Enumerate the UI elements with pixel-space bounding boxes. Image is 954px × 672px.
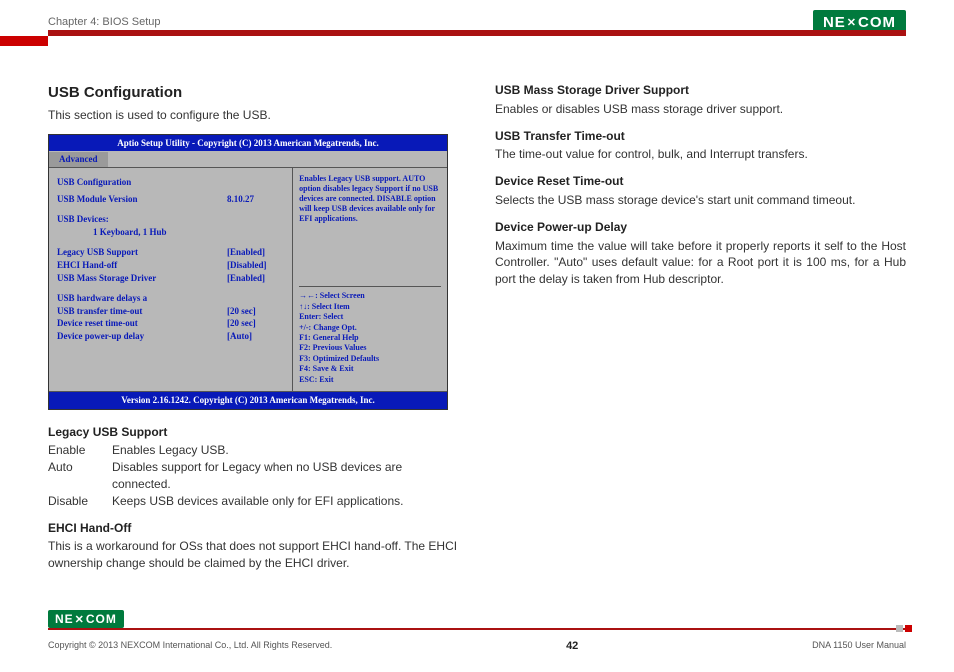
bios-devices-label: USB Devices:: [57, 213, 284, 226]
header-rule: [48, 30, 906, 36]
bios-footer: Version 2.16.1242. Copyright (C) 2013 Am…: [49, 392, 447, 409]
bios-key: F2: Previous Values: [299, 343, 441, 353]
bios-tab-advanced: Advanced: [49, 152, 108, 167]
bios-opt-label: EHCI Hand-off: [57, 259, 227, 272]
bios-settings: USB Configuration USB Module Version8.10…: [49, 168, 292, 391]
bios-opt-label: USB Mass Storage Driver: [57, 272, 227, 285]
footer-pixel-decor: [896, 625, 912, 632]
bios-opt-val: [Enabled]: [227, 246, 265, 259]
bios-module-label: USB Module Version: [57, 193, 227, 206]
section-intro: This section is used to configure the US…: [48, 107, 459, 124]
bios-key: F3: Optimized Defaults: [299, 354, 441, 364]
footer-brand: NE✕COM: [48, 610, 124, 628]
subsection-body: Maximum time the value will take before …: [495, 238, 906, 288]
bios-key: ↑↓: Select Item: [299, 302, 441, 312]
bios-delays-header: USB hardware delays a: [57, 292, 284, 305]
subsection-title: USB Transfer Time-out: [495, 128, 906, 145]
bios-key: Enter: Select: [299, 312, 441, 322]
bios-delay-label: Device power-up delay: [57, 330, 227, 343]
bios-key: F1: General Help: [299, 333, 441, 343]
bios-opt-val: [Enabled]: [227, 272, 265, 285]
bios-opt-label: Legacy USB Support: [57, 246, 227, 259]
left-column: USB Configuration This section is used t…: [48, 82, 459, 612]
section-title: USB Configuration: [48, 82, 459, 103]
bios-delay-val: [Auto]: [227, 330, 252, 343]
bios-delay-val: [20 sec]: [227, 305, 256, 318]
bios-tabs: Advanced: [49, 151, 447, 167]
right-column: USB Mass Storage Driver Support Enables …: [495, 82, 906, 612]
bios-delay-label: Device reset time-out: [57, 317, 227, 330]
definition: Keeps USB devices available only for EFI…: [112, 493, 404, 510]
bios-key: →←: Select Screen: [299, 291, 441, 301]
bios-delay-val: [20 sec]: [227, 317, 256, 330]
bios-title: Aptio Setup Utility - Copyright (C) 2013…: [49, 135, 447, 152]
term: Enable: [48, 442, 102, 459]
bios-panel: Aptio Setup Utility - Copyright (C) 2013…: [48, 134, 448, 410]
subsection-title: EHCI Hand-Off: [48, 520, 459, 537]
subsection-title: Legacy USB Support: [48, 424, 459, 441]
chapter-label: Chapter 4: BIOS Setup: [48, 16, 161, 28]
definition: Disables support for Legacy when no USB …: [112, 459, 459, 493]
page-number: 42: [566, 640, 578, 652]
subsection-body: This is a workaround for OSs that does n…: [48, 538, 459, 572]
subsection-title: USB Mass Storage Driver Support: [495, 82, 906, 99]
subsection-title: Device Reset Time-out: [495, 173, 906, 190]
bios-key-legend: →←: Select Screen ↑↓: Select Item Enter:…: [299, 286, 441, 385]
bios-devices-value: 1 Keyboard, 1 Hub: [57, 226, 284, 239]
bios-opt-val: [Disabled]: [227, 259, 267, 272]
subsection-body: Enables or disables USB mass storage dri…: [495, 101, 906, 118]
manual-name: DNA 1150 User Manual: [812, 640, 906, 652]
bios-help-text: Enables Legacy USB support. AUTO option …: [299, 174, 441, 224]
bios-delay-label: USB transfer time-out: [57, 305, 227, 318]
term: Auto: [48, 459, 102, 493]
bios-module-value: 8.10.27: [227, 193, 254, 206]
bios-key: ESC: Exit: [299, 375, 441, 385]
page-corner-tab: [0, 36, 48, 46]
term: Disable: [48, 493, 102, 510]
subsection-body: The time-out value for control, bulk, an…: [495, 146, 906, 163]
bios-key: +/-: Change Opt.: [299, 323, 441, 333]
subsection-title: Device Power-up Delay: [495, 219, 906, 236]
page-footer: Copyright © 2013 NEXCOM International Co…: [48, 640, 906, 652]
footer-rule: [48, 628, 906, 630]
bios-section-header: USB Configuration: [57, 176, 284, 189]
definition: Enables Legacy USB.: [112, 442, 229, 459]
subsection-body: Selects the USB mass storage device's st…: [495, 192, 906, 209]
bios-help-pane: Enables Legacy USB support. AUTO option …: [292, 168, 447, 391]
bios-key: F4: Save & Exit: [299, 364, 441, 374]
copyright: Copyright © 2013 NEXCOM International Co…: [48, 640, 332, 652]
